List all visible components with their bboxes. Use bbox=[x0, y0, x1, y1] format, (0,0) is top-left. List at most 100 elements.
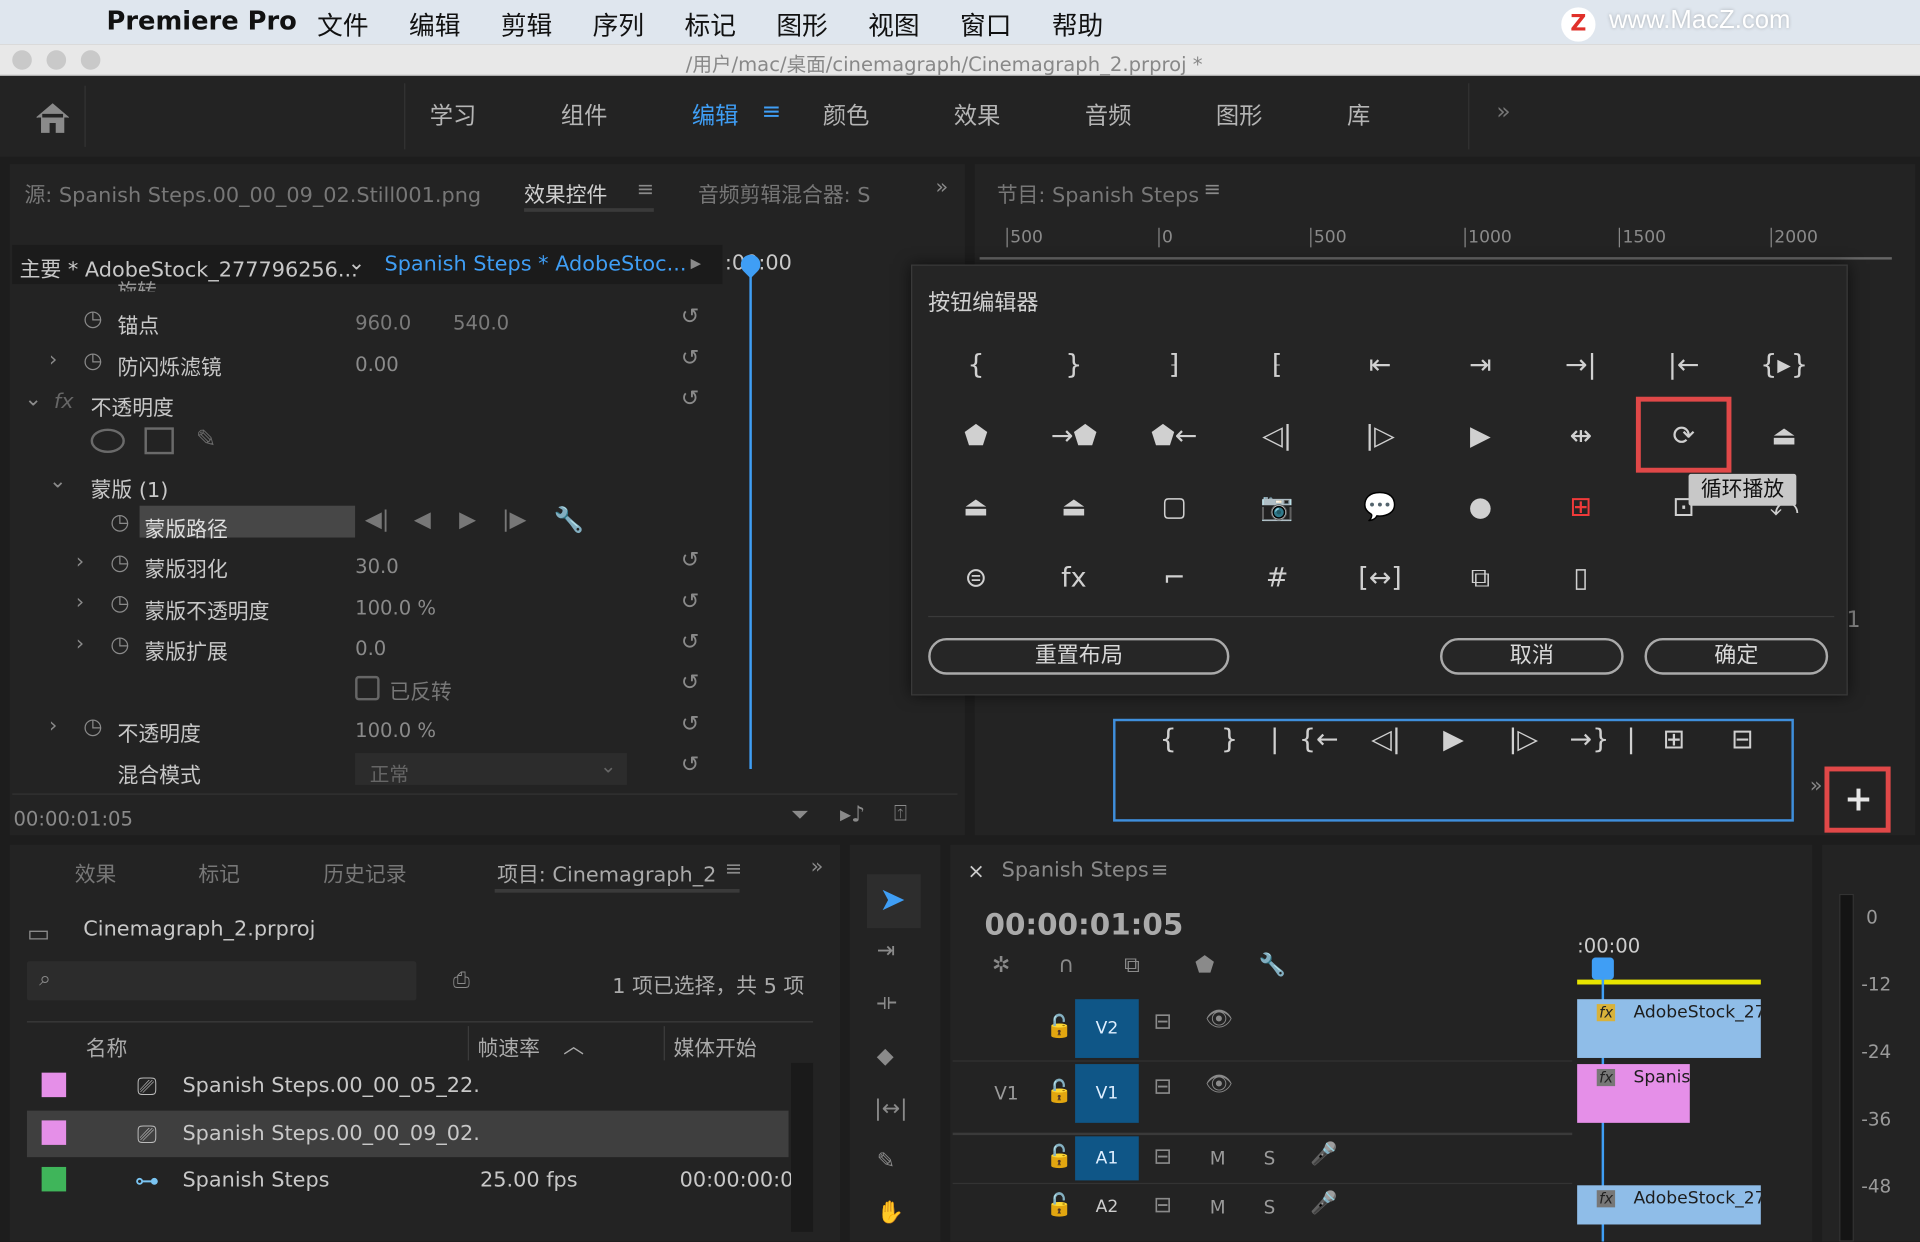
tab-audio[interactable]: 音频 bbox=[1085, 98, 1132, 131]
clear-in-button[interactable]: ⁆ bbox=[1138, 340, 1211, 389]
track-a2[interactable]: A2 bbox=[1075, 1185, 1139, 1229]
close-window-button[interactable] bbox=[12, 50, 32, 70]
track-a1[interactable]: A1 bbox=[1075, 1136, 1139, 1181]
audio-solo-icon[interactable]: ▸♪ bbox=[840, 802, 865, 828]
ec-playhead[interactable] bbox=[749, 257, 752, 769]
solo-button[interactable]: S bbox=[1264, 1147, 1276, 1169]
triangle-right-icon[interactable]: ▸ bbox=[691, 251, 701, 275]
menu-help[interactable]: 帮助 bbox=[1052, 6, 1103, 43]
reset-icon[interactable]: ↺ bbox=[681, 345, 699, 371]
transport-button-5[interactable]: ▶ bbox=[1429, 725, 1478, 756]
track-mask-forward-icon[interactable]: ▶ bbox=[459, 507, 476, 533]
show-guides-button[interactable]: ▯ bbox=[1544, 553, 1617, 602]
mask-expansion-value[interactable]: 0.0 bbox=[355, 637, 386, 660]
close-icon[interactable]: × bbox=[967, 860, 984, 884]
microphone-icon[interactable]: 🎤 bbox=[1310, 1190, 1337, 1216]
tab-editing[interactable]: 编辑 bbox=[692, 98, 739, 131]
step-back-button[interactable]: ◁| bbox=[1240, 411, 1313, 460]
column-media-start[interactable]: 媒体开始 bbox=[673, 1031, 756, 1061]
snap-icon[interactable]: ∩ bbox=[1058, 953, 1074, 979]
hand-tool-icon[interactable]: ✋ bbox=[877, 1200, 904, 1226]
eye-icon[interactable]: 👁 bbox=[1205, 1071, 1233, 1097]
tab-source[interactable]: 源: Spanish Steps.00_00_09_02.Still001.pn… bbox=[24, 178, 481, 208]
transport-button-4[interactable]: ◁| bbox=[1362, 725, 1411, 756]
column-name[interactable]: 名称 bbox=[86, 1031, 128, 1061]
menu-graphics[interactable]: 图形 bbox=[776, 6, 827, 43]
add-button[interactable]: + bbox=[1844, 779, 1873, 819]
trim-monitor-button[interactable]: ⊜ bbox=[939, 553, 1012, 602]
reset-icon[interactable]: ↺ bbox=[681, 629, 699, 655]
wrench-icon[interactable]: 🔧 bbox=[553, 504, 583, 533]
transport-button-2[interactable]: | bbox=[1250, 725, 1299, 756]
anchor-y-value[interactable]: 540.0 bbox=[453, 311, 509, 334]
minimize-window-button[interactable] bbox=[46, 50, 67, 70]
export-frame-button[interactable]: 💬 bbox=[1343, 482, 1416, 531]
tab-effect-controls[interactable]: 效果控件 bbox=[524, 178, 607, 208]
mask-feather-value[interactable]: 30.0 bbox=[355, 555, 399, 578]
work-area-bar[interactable] bbox=[1577, 979, 1761, 985]
transport-button-3[interactable]: {← bbox=[1294, 725, 1343, 756]
search-input[interactable] bbox=[26, 961, 417, 1001]
sync-lock-icon[interactable]: ⊟ bbox=[1153, 1193, 1171, 1219]
add-comment-button[interactable]: ● bbox=[1444, 482, 1517, 531]
project-row-selected[interactable]: ⎚ Spanish Steps.00_00_09_02. bbox=[26, 1110, 789, 1158]
transport-button-10[interactable]: ⊟ bbox=[1718, 725, 1767, 756]
menu-file[interactable]: 文件 bbox=[317, 6, 368, 43]
sort-ascending-icon[interactable]: ︿ bbox=[563, 1029, 584, 1059]
tab-graphics[interactable]: 图形 bbox=[1216, 98, 1263, 131]
tab-assembly[interactable]: 组件 bbox=[561, 98, 608, 131]
sync-lock-icon[interactable]: ⊟ bbox=[1153, 1009, 1171, 1035]
stopwatch-icon[interactable]: ◷ bbox=[83, 714, 102, 740]
mask-opacity-value[interactable]: 100.0 % bbox=[355, 596, 436, 619]
microphone-icon[interactable]: 🎤 bbox=[1310, 1141, 1337, 1167]
app-menu[interactable]: Premiere Pro bbox=[107, 6, 297, 35]
transmit-button[interactable]: fx bbox=[1037, 553, 1110, 602]
reset-icon[interactable]: ↺ bbox=[681, 711, 699, 737]
track-v2[interactable]: V2 bbox=[1075, 999, 1139, 1058]
pen-tool-icon[interactable]: ✎ bbox=[877, 1149, 895, 1175]
stopwatch-icon[interactable]: ◷ bbox=[110, 590, 129, 616]
panel-menu-icon[interactable]: ≡ bbox=[1204, 178, 1221, 202]
sequence-clip-label[interactable]: Spanish Steps * AdobeStoc... bbox=[384, 252, 686, 276]
ok-button[interactable]: 确定 bbox=[1644, 637, 1829, 675]
sequence-tab[interactable]: Spanish Steps bbox=[1002, 858, 1149, 882]
track-v1[interactable]: V1 bbox=[1075, 1064, 1139, 1123]
export-icon[interactable]: ⍐ bbox=[894, 801, 907, 827]
menu-clip[interactable]: 剪辑 bbox=[501, 6, 552, 43]
inverted-checkbox[interactable] bbox=[355, 675, 380, 701]
toggle-multicam-button[interactable] bbox=[1747, 553, 1820, 602]
workspace-overflow-icon[interactable]: » bbox=[1496, 98, 1510, 125]
go-to-in-button[interactable]: ⇤ bbox=[1343, 340, 1416, 389]
go-to-out-button[interactable]: ⇥ bbox=[1444, 340, 1517, 389]
home-button[interactable] bbox=[12, 85, 86, 147]
track-mask-forward-one-icon[interactable]: |▶ bbox=[502, 507, 526, 533]
ripple-edit-tool-icon[interactable]: ⟛ bbox=[877, 989, 897, 1015]
add-marker-button[interactable]: ⬟ bbox=[939, 411, 1012, 460]
play-stop-button[interactable]: ▶ bbox=[1444, 411, 1517, 460]
mark-out-button[interactable]: } bbox=[1037, 340, 1110, 389]
rectangle-mask-icon[interactable] bbox=[144, 427, 174, 455]
panel-overflow-icon[interactable]: » bbox=[811, 855, 824, 879]
transport-button-1[interactable]: } bbox=[1205, 725, 1254, 756]
sync-lock-icon[interactable]: ⊟ bbox=[1153, 1144, 1171, 1170]
solo-button[interactable]: S bbox=[1264, 1196, 1276, 1218]
antiflicker-value[interactable]: 0.00 bbox=[355, 353, 399, 376]
project-row[interactable]: ⊶ Spanish Steps 25.00 fps 00:00:00:00 bbox=[27, 1157, 807, 1204]
go-to-prev-edit-button[interactable]: |← bbox=[1647, 340, 1720, 389]
stopwatch-icon[interactable]: ◷ bbox=[110, 509, 129, 535]
clear-out-button[interactable]: ⁅ bbox=[1240, 340, 1313, 389]
filter-icon[interactable]: ⏷ bbox=[791, 802, 809, 828]
transport-button-8[interactable]: | bbox=[1607, 725, 1656, 756]
mute-button[interactable]: M bbox=[1210, 1196, 1226, 1218]
show-rulers-button[interactable]: ⧉ bbox=[1444, 553, 1517, 602]
mark-in-button[interactable]: { bbox=[939, 340, 1012, 389]
sync-lock-icon[interactable]: ⊟ bbox=[1153, 1074, 1171, 1100]
step-forward-button[interactable]: |▷ bbox=[1343, 411, 1416, 460]
panel-menu-icon[interactable]: ≡ bbox=[1151, 858, 1168, 882]
source-patch-v1[interactable]: V1 bbox=[994, 1082, 1018, 1104]
tab-color[interactable]: 颜色 bbox=[823, 98, 870, 131]
nest-icon[interactable]: ✲ bbox=[992, 953, 1010, 979]
reset-icon[interactable]: ↺ bbox=[681, 386, 699, 412]
panel-menu-icon[interactable]: ≡ bbox=[725, 857, 742, 881]
tab-audio-clip-mixer[interactable]: 音频剪辑混合器: S bbox=[698, 178, 889, 208]
